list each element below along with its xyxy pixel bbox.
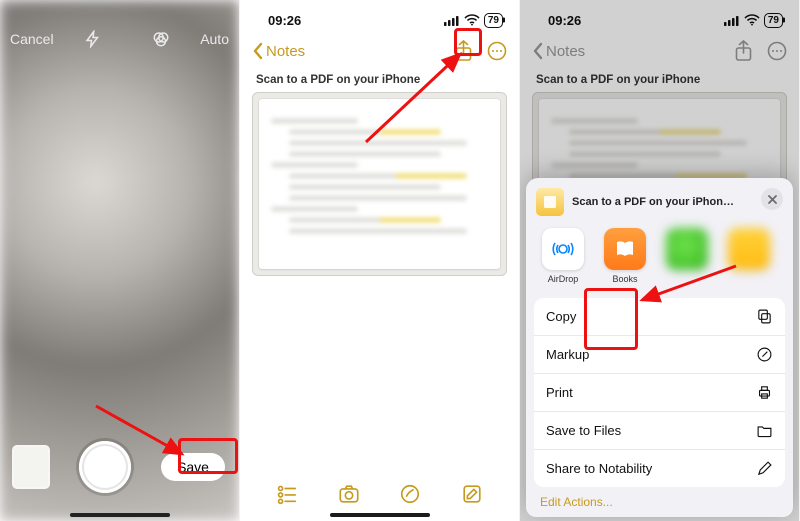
shutter-button[interactable]: [79, 441, 131, 493]
app-icon-blurred: [666, 228, 708, 270]
action-label: Print: [546, 385, 573, 400]
app-icon-blurred: [728, 228, 770, 270]
home-indicator[interactable]: [330, 513, 430, 517]
camera-icon[interactable]: [338, 483, 360, 505]
nav-bar: Notes: [240, 34, 519, 68]
filter-icon[interactable]: [152, 30, 170, 48]
share-sheet-header: Scan to a PDF on your iPhon…: [526, 186, 793, 224]
battery-indicator: 79: [484, 13, 503, 28]
action-print[interactable]: Print: [534, 374, 785, 412]
action-markup[interactable]: Markup: [534, 336, 785, 374]
share-thumbnail-icon: [536, 188, 564, 216]
action-copy[interactable]: Copy: [534, 298, 785, 336]
scanned-page-preview: [259, 99, 500, 269]
markup-icon: [756, 346, 773, 363]
close-icon[interactable]: [761, 188, 783, 210]
share-app-label: AirDrop: [548, 274, 579, 284]
action-label: Copy: [546, 309, 576, 324]
share-icon[interactable]: [454, 40, 473, 62]
auto-button[interactable]: Auto: [200, 31, 229, 47]
flash-icon[interactable]: [84, 30, 102, 48]
share-app-blurred[interactable]: [662, 228, 712, 270]
back-notes-button[interactable]: Notes: [252, 42, 305, 60]
markup-draw-icon[interactable]: [399, 483, 421, 505]
checklist-icon[interactable]: [276, 483, 298, 505]
more-icon[interactable]: [487, 41, 507, 61]
share-app-label: Books: [612, 274, 637, 284]
note-title: Scan to a PDF on your iPhone: [252, 68, 507, 92]
action-save-to-files[interactable]: Save to Files: [534, 412, 785, 450]
wifi-icon: [464, 14, 480, 26]
action-label: Save to Files: [546, 423, 621, 438]
share-sheet: Scan to a PDF on your iPhon… AirDrop Boo…: [526, 178, 793, 517]
print-icon: [756, 384, 773, 401]
scan-thumbnail[interactable]: [14, 447, 48, 487]
scanned-document-card[interactable]: [252, 92, 507, 276]
status-bar: 09:26 79: [240, 0, 519, 34]
action-share-notability[interactable]: Share to Notability: [534, 450, 785, 487]
books-icon: [604, 228, 646, 270]
home-indicator[interactable]: [70, 513, 170, 517]
share-app-blurred[interactable]: [724, 228, 774, 270]
edit-actions-link[interactable]: Edit Actions...: [526, 487, 793, 511]
airdrop-icon: [542, 228, 584, 270]
share-app-airdrop[interactable]: AirDrop: [538, 228, 588, 284]
note-toolbar: [240, 477, 519, 511]
chevron-left-icon: [252, 42, 264, 60]
note-content: Scan to a PDF on your iPhone: [240, 68, 519, 276]
scanner-bottom-bar: Save: [0, 425, 239, 521]
save-button[interactable]: Save: [161, 453, 225, 481]
copy-icon: [756, 308, 773, 325]
action-label: Share to Notability: [546, 461, 652, 476]
share-actions-list: Copy Markup Print Save to Files Share to…: [534, 298, 785, 487]
pencil-icon: [756, 460, 773, 477]
cancel-button[interactable]: Cancel: [10, 31, 54, 47]
action-label: Markup: [546, 347, 589, 362]
compose-icon[interactable]: [461, 483, 483, 505]
back-label: Notes: [266, 43, 305, 60]
share-apps-row: AirDrop Books: [526, 224, 793, 294]
status-time: 09:26: [268, 13, 301, 28]
share-sheet-title: Scan to a PDF on your iPhon…: [572, 196, 734, 208]
share-app-books[interactable]: Books: [600, 228, 650, 284]
folder-icon: [756, 422, 773, 439]
signal-icon: [444, 15, 460, 26]
scanner-top-bar: Cancel Auto: [0, 0, 239, 64]
